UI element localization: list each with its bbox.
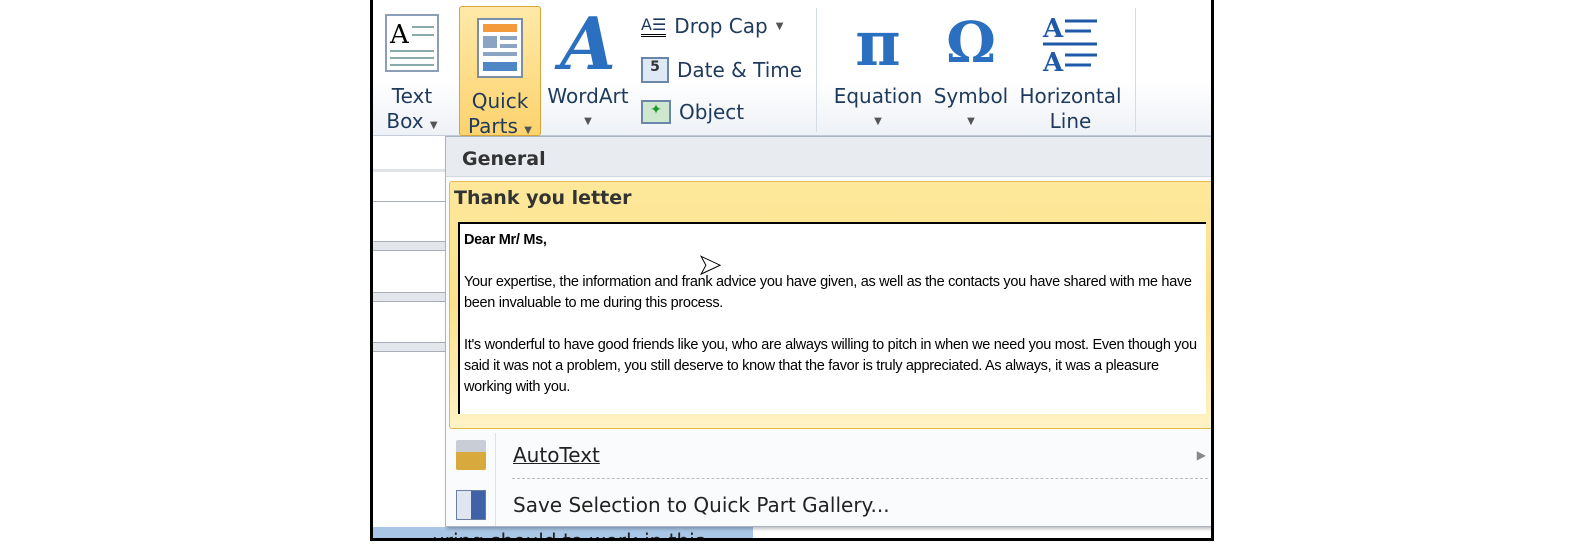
text-box-icon: A [382,6,442,80]
symbol-button[interactable]: Ω Symbol ▼ [931,6,1011,134]
save-selection-menu-item[interactable]: Save Selection to Quick Part Gallery... [446,483,1211,527]
object-button[interactable]: ✦ Object [641,100,744,124]
equation-button[interactable]: π Equation ▼ [828,6,928,134]
quick-parts-icon [470,11,530,85]
gallery-item-thank-you-letter[interactable]: Thank you letter Dear Mr/ Ms, Your exper… [449,181,1211,429]
svg-text:A: A [1042,48,1064,75]
quick-parts-button[interactable]: Quick Parts ▼ [459,6,541,138]
svg-text:A: A [389,20,410,50]
object-icon: ✦ [641,100,671,124]
date-time-button[interactable]: 5 Date & Time [641,57,802,83]
omega-icon: Ω [946,9,996,76]
group-separator [1135,8,1136,132]
dropdown-arrow-icon: ▼ [775,20,784,32]
dropdown-arrow-icon: ▼ [874,116,882,127]
dropdown-arrow-icon: ▼ [524,125,532,136]
horizontal-line-button[interactable]: AA Horizontal Line [1013,6,1128,134]
mouse-cursor-icon: ➤ [697,248,722,282]
wordart-icon: A [560,0,616,86]
submenu-arrow-icon: ▶ [1196,448,1206,462]
autotext-icon [456,440,486,470]
gallery-section-header: General [446,137,1211,177]
svg-text:A: A [1042,14,1064,44]
drop-cap-icon: A☰ [641,15,667,37]
text-box-button[interactable]: A Text Box ▼ [381,6,443,138]
wordart-button[interactable]: A WordArt ▼ [543,6,633,134]
quick-parts-menu: General Thank you letter Dear Mr/ Ms, Yo… [445,136,1211,527]
dropdown-arrow-icon: ▼ [967,116,975,127]
dropdown-arrow-icon: ▼ [584,116,592,127]
pi-icon: π [855,6,901,80]
document-selection: ...uring should to work in this... [373,527,753,538]
save-to-gallery-icon [456,490,486,520]
word-window: A Text Box ▼ Quick Parts ▼ A WordArt ▼ A… [370,0,1214,541]
drop-cap-button[interactable]: A☰ Drop Cap ▼ [641,14,783,38]
menu-divider [512,478,1208,479]
building-block-preview: Dear Mr/ Ms, Your expertise, the informa… [458,222,1206,414]
dropdown-arrow-icon: ▼ [429,120,438,131]
group-separator [816,8,817,132]
horizontal-line-icon: AA [1041,6,1101,80]
calendar-clock-icon: 5 [641,57,669,83]
autotext-menu-item[interactable]: AutoText ▶ [446,433,1211,477]
document-area [373,137,448,537]
insert-ribbon: A Text Box ▼ Quick Parts ▼ A WordArt ▼ A… [373,0,1211,138]
